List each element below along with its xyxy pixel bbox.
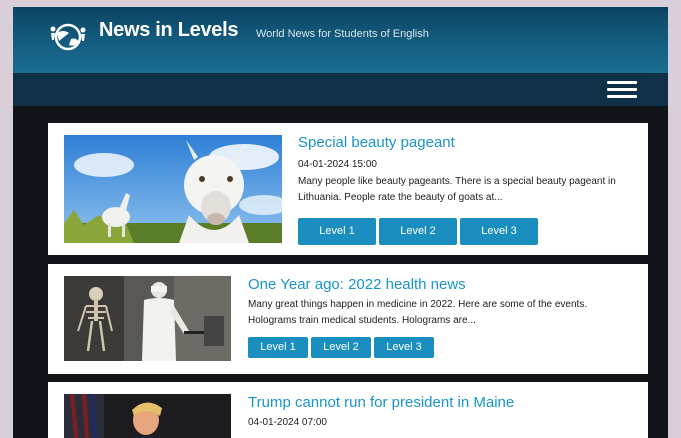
article-excerpt: Many great things happen in medicine in … bbox=[248, 299, 588, 326]
level-2-button[interactable]: Level 2 bbox=[379, 218, 457, 245]
article-title[interactable]: One Year ago: 2022 health news bbox=[248, 276, 466, 293]
level-buttons: Level 1 Level 2 Level 3 bbox=[248, 337, 434, 358]
site-header: News in Levels World News for Students o… bbox=[13, 7, 668, 73]
article-thumbnail[interactable] bbox=[64, 135, 282, 243]
level-buttons: Level 1 Level 2 Level 3 bbox=[298, 218, 538, 245]
article-date: 04-01-2024 07:00 bbox=[248, 417, 327, 428]
level-1-button[interactable]: Level 1 bbox=[298, 218, 376, 245]
globe-people-icon[interactable] bbox=[49, 21, 87, 53]
article-title[interactable]: Special beauty pageant bbox=[298, 134, 455, 151]
site-tagline: World News for Students of English bbox=[256, 28, 429, 40]
navbar bbox=[13, 73, 668, 106]
level-1-button[interactable]: Level 1 bbox=[248, 337, 308, 358]
level-2-button[interactable]: Level 2 bbox=[311, 337, 371, 358]
article-card: Special beauty pageant 04-01-2024 15:00 … bbox=[48, 123, 648, 255]
article-title[interactable]: Trump cannot run for president in Maine bbox=[248, 394, 514, 411]
article-date: 04-01-2024 15:00 bbox=[298, 159, 377, 170]
article-thumbnail[interactable] bbox=[64, 394, 231, 438]
article-card: Trump cannot run for president in Maine … bbox=[48, 382, 648, 438]
site-title[interactable]: News in Levels bbox=[99, 19, 239, 42]
page-frame: News in Levels World News for Students o… bbox=[13, 7, 668, 438]
hamburger-menu-icon[interactable] bbox=[607, 81, 637, 99]
article-excerpt: Many people like beauty pageants. There … bbox=[298, 176, 616, 203]
article-thumbnail[interactable] bbox=[64, 276, 231, 361]
level-3-button[interactable]: Level 3 bbox=[374, 337, 434, 358]
level-3-button[interactable]: Level 3 bbox=[460, 218, 538, 245]
article-card: One Year ago: 2022 health news Many grea… bbox=[48, 264, 648, 374]
